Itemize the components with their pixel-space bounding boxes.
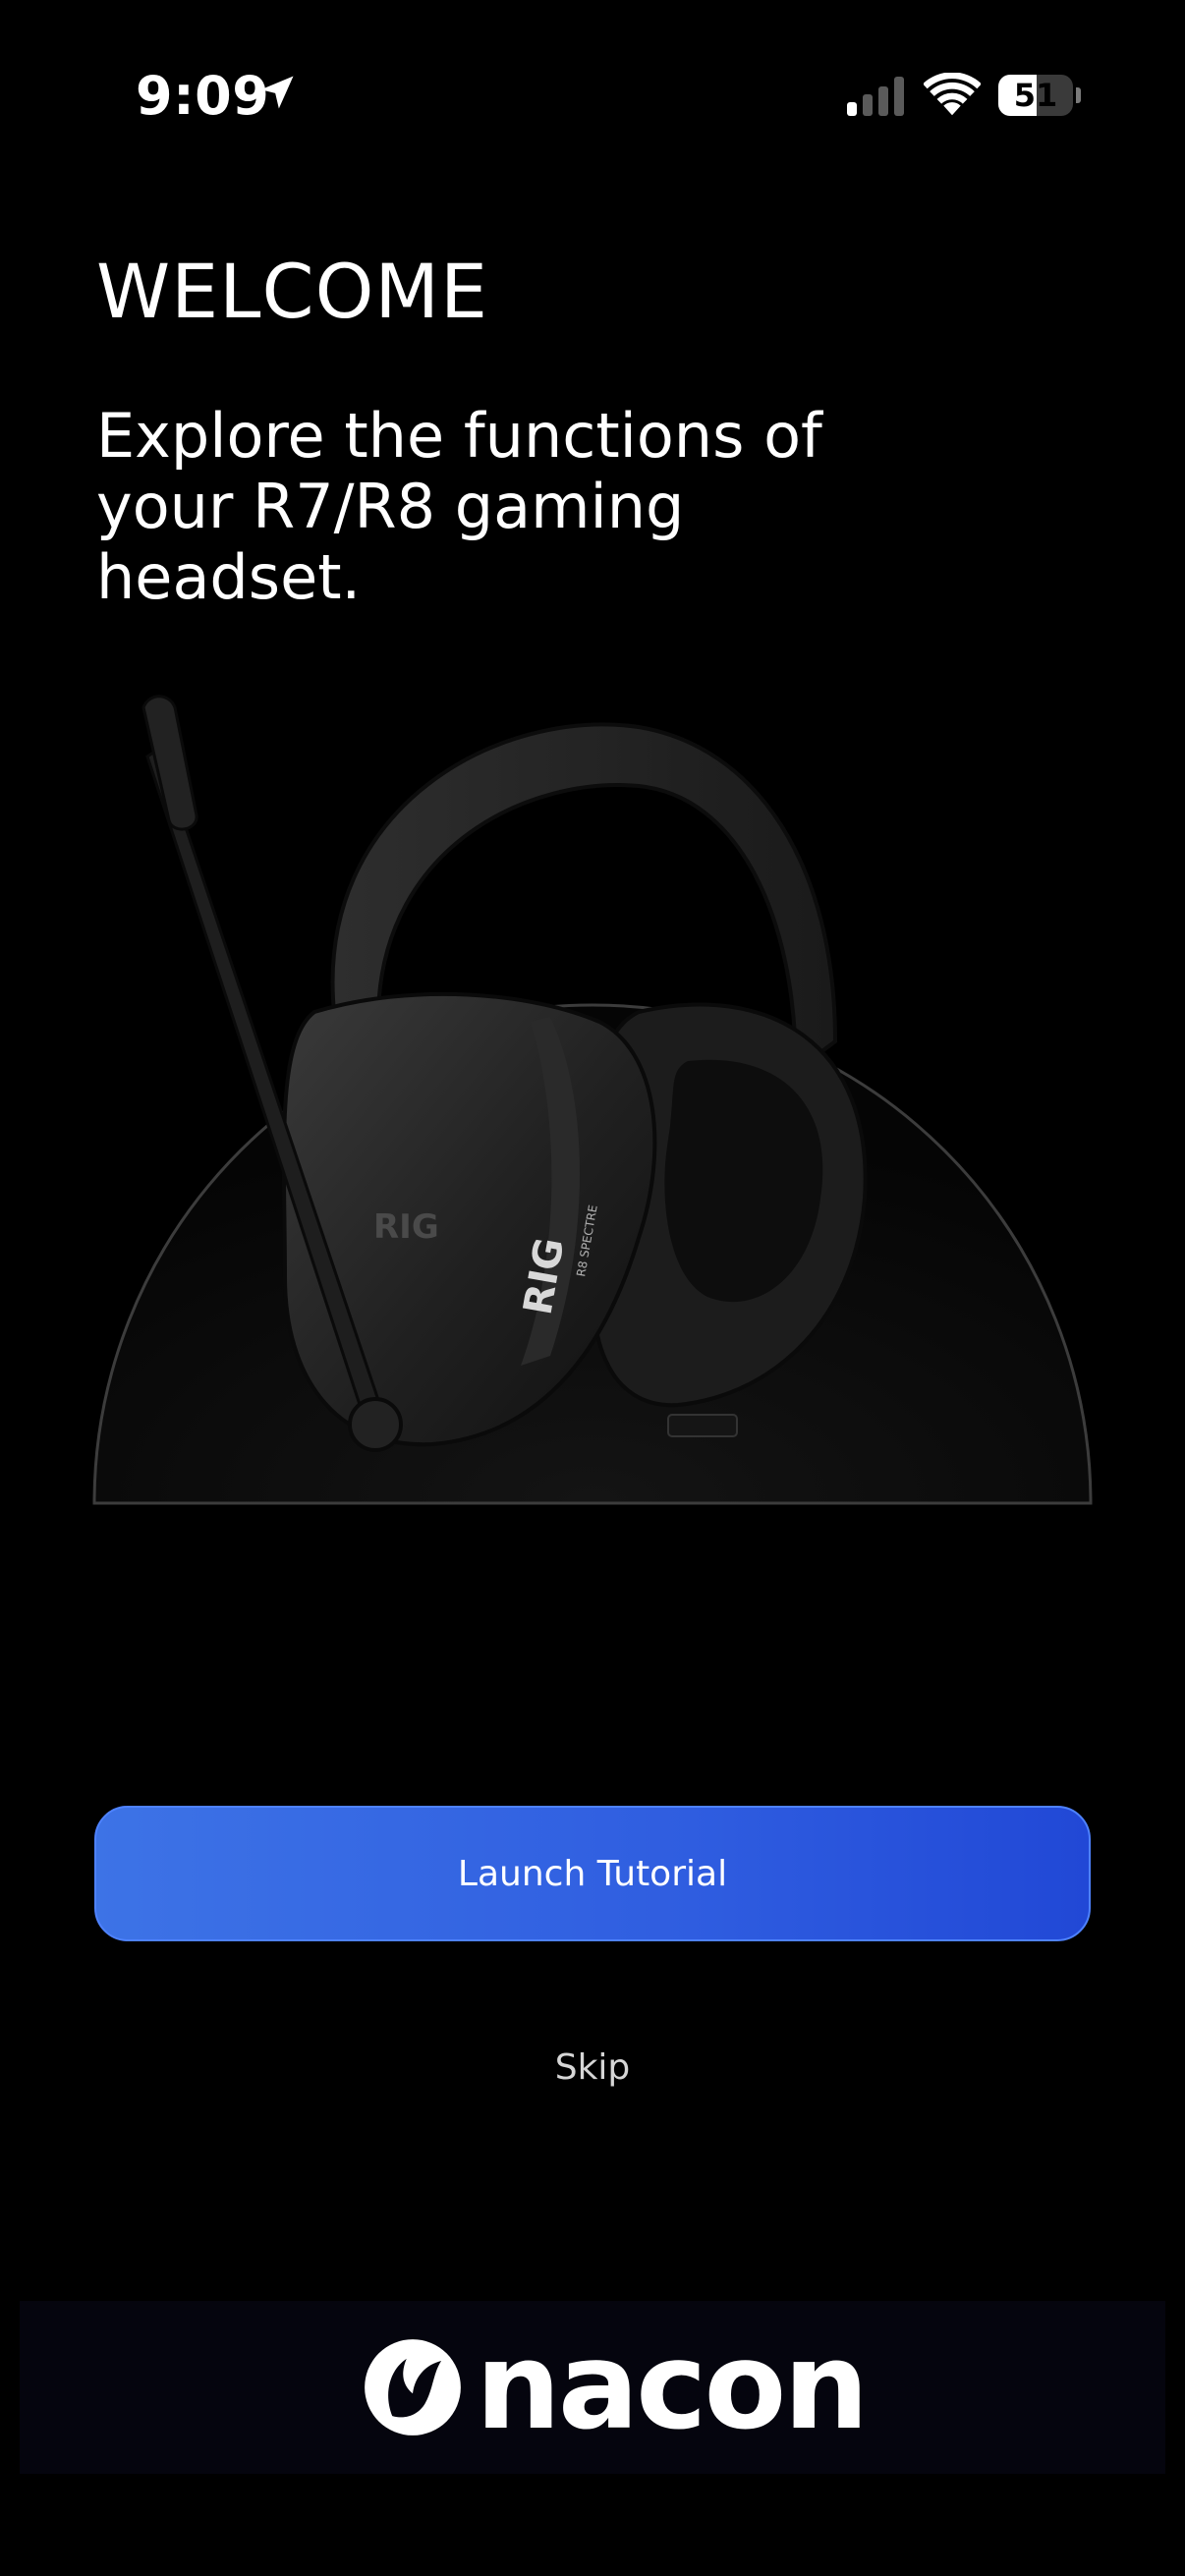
status-bar: 9:09 51 <box>0 0 1185 187</box>
headset-side-mark: RIG <box>373 1207 439 1247</box>
status-time: 9:09 <box>136 65 270 127</box>
location-arrow-icon <box>260 76 294 109</box>
nacon-logo-icon <box>365 2339 461 2436</box>
battery-body: 51 <box>998 75 1073 116</box>
battery-icon: 51 <box>998 75 1081 116</box>
welcome-title: WELCOME <box>96 248 488 335</box>
welcome-subtitle: Explore the functions of your R7/R8 gami… <box>96 400 822 613</box>
headset-usb-port <box>667 1414 738 1437</box>
cellular-signal-icon <box>847 77 904 116</box>
nacon-logo-text: nacon <box>476 2317 869 2456</box>
headset-mic-joint <box>348 1397 403 1452</box>
footer-banner: nacon <box>20 2301 1165 2474</box>
headset-image: RIG R8 SPECTRE RIG <box>88 688 1100 1523</box>
launch-tutorial-button[interactable]: Launch Tutorial <box>94 1806 1091 1941</box>
wifi-icon <box>924 73 981 116</box>
battery-level: 51 <box>1013 77 1058 114</box>
skip-button[interactable]: Skip <box>445 2044 740 2093</box>
battery-tip <box>1076 87 1081 103</box>
headset-illustration: RIG R8 SPECTRE RIG <box>92 695 1093 1505</box>
